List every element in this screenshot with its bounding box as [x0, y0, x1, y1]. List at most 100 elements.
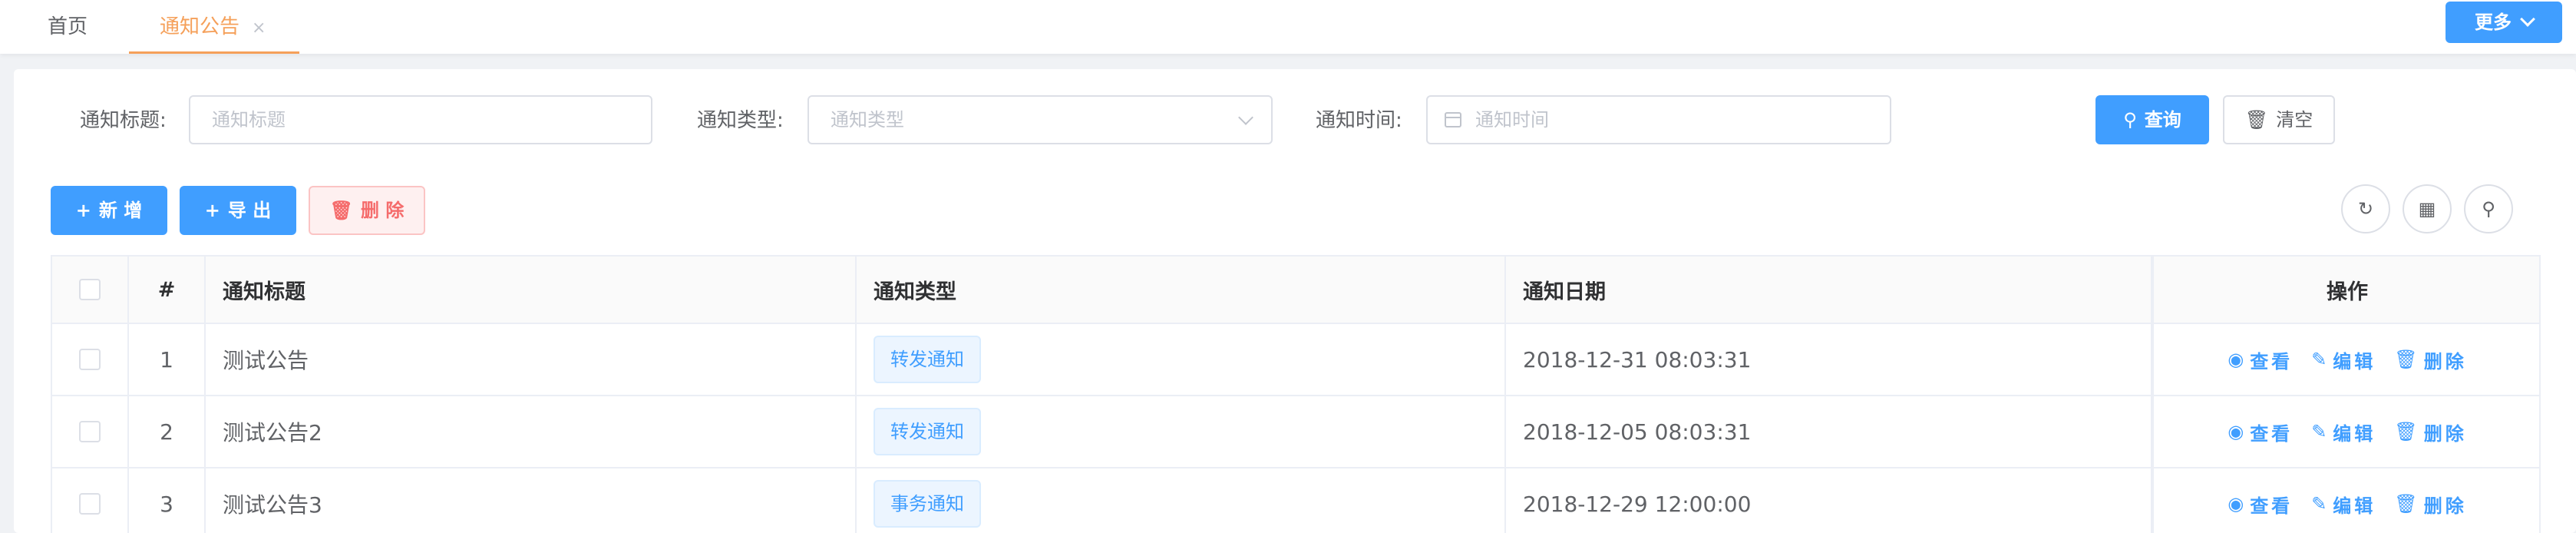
row-date: 2018-12-31 08:03:31 — [1506, 324, 2154, 395]
trash-icon: 🗑 — [329, 200, 354, 221]
delete-label: 删除 — [2423, 495, 2467, 517]
type-tag: 转发通知 — [874, 408, 981, 455]
export-button-label: 导 出 — [227, 200, 272, 221]
trash-icon: 🗑 — [2394, 349, 2418, 370]
search-icon: ⚲ — [2123, 109, 2137, 131]
eye-icon: ◉ — [2228, 421, 2244, 442]
grid-icon: ▦ — [2418, 198, 2436, 220]
title-filter-input[interactable] — [189, 95, 652, 144]
row-type-cell: 转发通知 — [857, 396, 1506, 467]
edit-icon: ✎ — [2311, 421, 2327, 442]
row-checkbox[interactable] — [79, 421, 101, 442]
edit-button[interactable]: ✎ 编辑 — [2311, 491, 2376, 518]
view-button[interactable]: ◉ 查看 — [2228, 491, 2293, 518]
batch-delete-button-label: 删 除 — [361, 200, 405, 221]
time-filter-label: 通知时间: — [1316, 109, 1402, 132]
trash-icon: 🗑 — [2244, 109, 2269, 131]
chevron-down-icon — [2520, 12, 2535, 27]
main-card: 通知标题: 通知类型: 通知类型 通知时间: 通知时间 ⚲ 查询 🗑 清空 + 新 增… — [14, 69, 2576, 533]
refresh-icon: ↻ — [2357, 198, 2374, 220]
more-button[interactable]: 更多 — [2446, 2, 2562, 43]
header-date: 通知日期 — [1506, 257, 2154, 323]
row-date: 2018-12-29 12:00:00 — [1506, 468, 2154, 533]
delete-button[interactable]: 🗑 删除 — [2394, 346, 2466, 373]
header-checkbox-cell — [52, 257, 129, 323]
delete-label: 删除 — [2423, 422, 2467, 445]
edit-label: 编辑 — [2333, 495, 2376, 517]
refresh-button[interactable]: ↻ — [2341, 184, 2390, 233]
title-filter-label: 通知标题: — [80, 109, 167, 132]
add-button[interactable]: + 新 增 — [51, 186, 167, 235]
columns-button[interactable]: ▦ — [2403, 184, 2452, 233]
plus-icon: + — [204, 200, 220, 221]
view-label: 查看 — [2250, 350, 2294, 372]
row-checkbox[interactable] — [79, 349, 101, 370]
time-filter-input[interactable]: 通知时间 — [1426, 95, 1891, 144]
edit-icon: ✎ — [2311, 493, 2327, 515]
clear-button-label: 清空 — [2276, 109, 2313, 131]
trash-icon: 🗑 — [2394, 421, 2418, 442]
eye-icon: ◉ — [2228, 493, 2244, 515]
table-row: 3 测试公告3 事务通知 2018-12-29 12:00:00 ◉ 查看 ✎ 编辑… — [52, 468, 2539, 533]
tab-bar: 首页 通知公告 × 更多 — [0, 0, 2576, 54]
tab-home[interactable]: 首页 — [48, 0, 88, 54]
row-ops: ◉ 查看 ✎ 编辑 🗑 删除 — [2155, 324, 2539, 395]
row-type-cell: 事务通知 — [857, 468, 1506, 533]
delete-button[interactable]: 🗑 删除 — [2394, 419, 2466, 445]
row-checkbox[interactable] — [79, 493, 101, 515]
clear-button[interactable]: 🗑 清空 — [2223, 95, 2335, 144]
add-button-label: 新 增 — [98, 200, 143, 221]
edit-button[interactable]: ✎ 编辑 — [2311, 419, 2376, 445]
type-filter-select[interactable]: 通知类型 — [807, 95, 1273, 144]
toggle-search-button[interactable]: ⚲ — [2464, 184, 2513, 233]
header-ops: 操作 — [2327, 280, 2368, 304]
header-type: 通知类型 — [857, 257, 1506, 323]
edit-label: 编辑 — [2333, 350, 2376, 372]
plus-icon: + — [75, 200, 91, 221]
table-row: 2 测试公告2 转发通知 2018-12-05 08:03:31 ◉ 查看 ✎ 编辑… — [52, 396, 2539, 468]
row-ops: ◉ 查看 ✎ 编辑 🗑 删除 — [2155, 468, 2539, 533]
row-ops: ◉ 查看 ✎ 编辑 🗑 删除 — [2155, 396, 2539, 467]
view-label: 查看 — [2250, 495, 2294, 517]
header-title: 通知标题 — [206, 257, 857, 323]
type-tag: 事务通知 — [874, 480, 981, 528]
batch-delete-button[interactable]: 🗑 删 除 — [309, 186, 425, 235]
time-filter-placeholder: 通知时间 — [1475, 109, 1549, 131]
type-filter-placeholder: 通知类型 — [831, 109, 904, 131]
close-icon[interactable]: × — [252, 2, 266, 55]
row-type-cell: 转发通知 — [857, 324, 1506, 395]
row-title: 测试公告 — [206, 324, 857, 395]
view-label: 查看 — [2250, 422, 2294, 445]
table-row: 1 测试公告 转发通知 2018-12-31 08:03:31 ◉ 查看 ✎ 编辑 … — [52, 324, 2539, 396]
delete-button[interactable]: 🗑 删除 — [2394, 491, 2466, 518]
tab-notice[interactable]: 通知公告 × — [129, 0, 299, 54]
calendar-icon — [1445, 112, 1461, 127]
view-button[interactable]: ◉ 查看 — [2228, 346, 2293, 373]
row-title: 测试公告3 — [206, 468, 857, 533]
row-checkbox-cell — [52, 468, 129, 533]
notice-table: # 通知标题 通知类型 通知日期 操作 1 测试公告 转发通知 2018-12-… — [51, 255, 2541, 533]
row-title: 测试公告2 — [206, 396, 857, 467]
row-checkbox-cell — [52, 324, 129, 395]
edit-icon: ✎ — [2311, 349, 2327, 370]
edit-button[interactable]: ✎ 编辑 — [2311, 346, 2376, 373]
eye-icon: ◉ — [2228, 349, 2244, 370]
view-button[interactable]: ◉ 查看 — [2228, 419, 2293, 445]
select-all-checkbox[interactable] — [79, 279, 101, 300]
tab-notice-label: 通知公告 — [160, 15, 240, 38]
header-index: # — [129, 257, 206, 323]
row-checkbox-cell — [52, 396, 129, 467]
row-index: 1 — [129, 324, 206, 395]
trash-icon: 🗑 — [2394, 493, 2418, 515]
type-tag: 转发通知 — [874, 336, 981, 383]
more-button-label: 更多 — [2475, 12, 2512, 33]
query-button[interactable]: ⚲ 查询 — [2095, 95, 2209, 144]
search-icon: ⚲ — [2482, 198, 2495, 220]
type-filter-label: 通知类型: — [697, 109, 784, 132]
row-index: 3 — [129, 468, 206, 533]
row-date: 2018-12-05 08:03:31 — [1506, 396, 2154, 467]
delete-label: 删除 — [2423, 350, 2467, 372]
export-button[interactable]: + 导 出 — [180, 186, 296, 235]
edit-label: 编辑 — [2333, 422, 2376, 445]
row-index: 2 — [129, 396, 206, 467]
